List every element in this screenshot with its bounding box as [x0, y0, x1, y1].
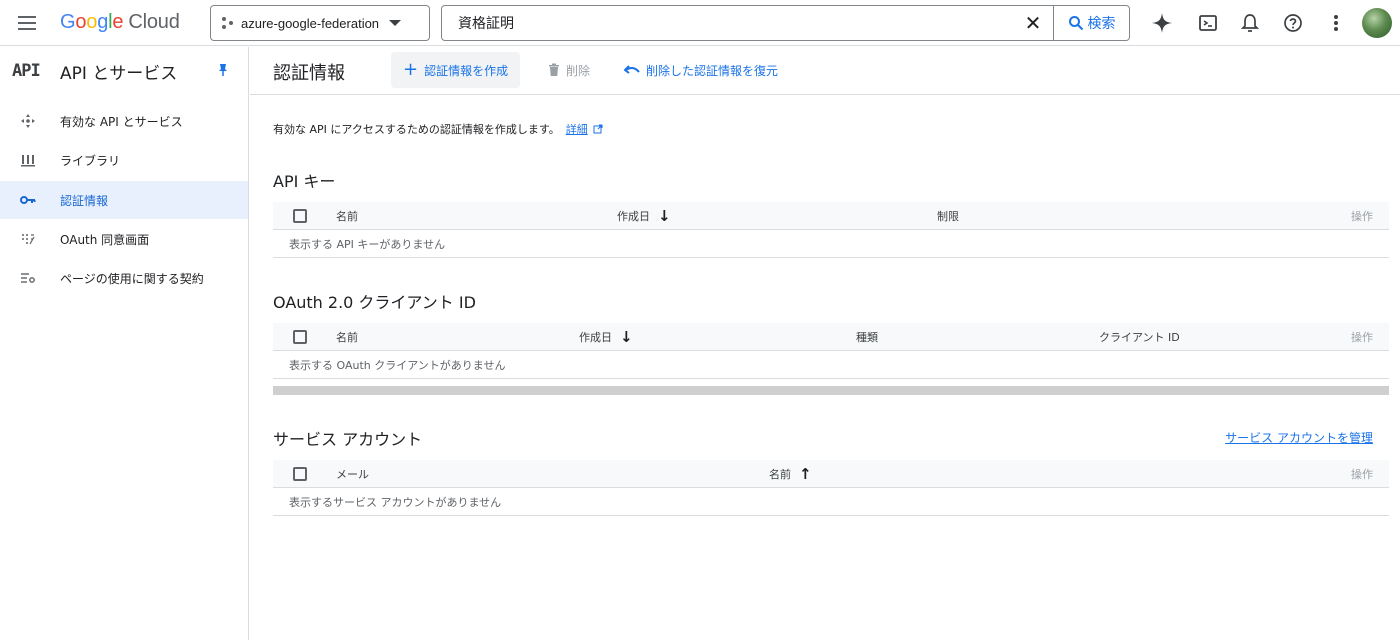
sidebar-item-label: OAuth 同意画面 — [60, 232, 150, 247]
intro-description: 有効な API にアクセスするための認証情報を作成します。 — [273, 123, 560, 136]
help-icon[interactable] — [1281, 11, 1305, 35]
service-accounts-title: サービス アカウント — [273, 430, 423, 449]
account-avatar[interactable] — [1362, 8, 1392, 38]
settings-list-icon — [18, 268, 38, 288]
sidebar-header: API API とサービス — [0, 47, 248, 95]
column-created-label: 作成日 — [617, 210, 650, 223]
logo-cloud-text: Cloud — [128, 11, 180, 33]
empty-row: 表示する OAuth クライアントがありません — [273, 351, 1389, 379]
oauth-clients-table: 名前 作成日 ↓ 種類 クライアント ID 操作 表示する OAuth クライアン… — [273, 323, 1389, 379]
enabled-apis-icon — [18, 111, 38, 131]
column-client-id[interactable]: クライアント ID — [1099, 323, 1180, 351]
main-content: 認証情報 + 認証情報を作成 削除 削除した認証情報を復元 有効な API にア… — [250, 47, 1400, 640]
google-cloud-logo[interactable]: Google Cloud — [60, 11, 180, 34]
search-icon — [1068, 16, 1083, 31]
project-selector[interactable]: azure-google-federation — [210, 5, 430, 41]
gemini-sparkle-icon[interactable] — [1150, 11, 1174, 35]
key-icon — [18, 190, 38, 210]
column-created[interactable]: 作成日 ↓ — [579, 323, 633, 351]
library-icon — [18, 150, 38, 170]
top-bar: Google Cloud azure-google-federation 資格証明… — [0, 0, 1400, 46]
table-header: 名前 作成日 ↓ 制限 操作 — [273, 202, 1389, 230]
column-actions: 操作 — [1351, 210, 1373, 223]
chevron-down-icon — [389, 20, 402, 26]
sidebar-item-oauth-consent[interactable]: OAuth 同意画面 — [0, 220, 248, 258]
intro-text: 有効な API にアクセスするための認証情報を作成します。 詳細 — [273, 121, 603, 137]
search-button-label: 検索 — [1087, 16, 1116, 32]
column-created[interactable]: 作成日 ↓ — [617, 202, 671, 230]
clear-search-icon[interactable]: ✕ — [1013, 6, 1053, 40]
search-bar: 資格証明 ✕ 検索 — [441, 5, 1130, 41]
page-toolbar: 認証情報 + 認証情報を作成 削除 削除した認証情報を復元 — [250, 47, 1400, 95]
pin-icon[interactable] — [218, 63, 228, 77]
trash-icon — [549, 63, 559, 76]
select-all-checkbox[interactable] — [293, 467, 307, 481]
column-actions: 操作 — [1351, 331, 1373, 344]
column-email[interactable]: メール — [336, 460, 369, 488]
horizontal-scrollbar[interactable] — [273, 386, 1389, 395]
empty-row: 表示するサービス アカウントがありません — [273, 488, 1389, 516]
column-name[interactable]: 名前 ↑ — [769, 460, 812, 488]
project-icon — [221, 16, 235, 30]
sidebar: API API とサービス 有効な API とサービス ライブラリ 認証情報 O… — [0, 47, 249, 640]
external-link-icon — [593, 124, 603, 134]
create-credentials-label: 認証情報を作成 — [424, 63, 509, 78]
select-all-checkbox[interactable] — [293, 209, 307, 223]
table-header: 名前 作成日 ↓ 種類 クライアント ID 操作 — [273, 323, 1389, 351]
column-type[interactable]: 種類 — [856, 323, 878, 351]
column-name[interactable]: 名前 — [336, 202, 358, 230]
select-all-checkbox[interactable] — [293, 330, 307, 344]
more-vert-icon[interactable] — [1324, 11, 1348, 35]
column-restrictions[interactable]: 制限 — [937, 202, 959, 230]
undo-icon — [624, 65, 640, 74]
sidebar-item-library[interactable]: ライブラリ — [0, 141, 248, 179]
search-input[interactable]: 資格証明 — [442, 13, 1013, 33]
empty-row: 表示する API キーがありません — [273, 230, 1389, 258]
sidebar-item-label: ページの使用に関する契約 — [60, 271, 204, 286]
sort-ascending-icon: ↑ — [799, 465, 812, 483]
search-button[interactable]: 検索 — [1053, 6, 1129, 40]
oauth-clients-title: OAuth 2.0 クライアント ID — [273, 293, 476, 312]
consent-icon — [18, 229, 38, 249]
learn-more-label: 詳細 — [565, 123, 588, 136]
project-name: azure-google-federation — [241, 15, 380, 31]
add-icon: + — [403, 59, 419, 80]
delete-label: 削除 — [566, 63, 591, 78]
sidebar-title: API とサービス — [60, 64, 178, 84]
sort-descending-icon: ↓ — [620, 328, 633, 346]
sort-descending-icon: ↓ — [658, 207, 671, 225]
api-logo-icon: API — [12, 61, 41, 81]
table-header: メール 名前 ↑ 操作 — [273, 460, 1389, 488]
column-name[interactable]: 名前 — [336, 323, 358, 351]
cloud-shell-icon[interactable] — [1196, 11, 1220, 35]
api-keys-table: 名前 作成日 ↓ 制限 操作 表示する API キーがありません — [273, 202, 1389, 258]
sidebar-item-label: 認証情報 — [60, 193, 109, 208]
main-menu-icon[interactable] — [18, 12, 40, 34]
restore-label: 削除した認証情報を復元 — [646, 63, 779, 78]
learn-more-link[interactable]: 詳細 — [566, 123, 588, 136]
column-actions: 操作 — [1351, 468, 1373, 481]
delete-button[interactable]: 削除 — [536, 52, 602, 88]
notifications-bell-icon[interactable] — [1238, 11, 1262, 35]
column-name-label: 名前 — [769, 468, 791, 481]
sidebar-item-page-usage-agreements[interactable]: ページの使用に関する契約 — [0, 259, 248, 297]
create-credentials-button[interactable]: + 認証情報を作成 — [391, 52, 521, 88]
sidebar-item-credentials[interactable]: 認証情報 — [0, 181, 248, 219]
page-title: 認証情報 — [273, 63, 345, 84]
column-created-label: 作成日 — [579, 331, 612, 344]
sidebar-item-enabled-apis[interactable]: 有効な API とサービス — [0, 102, 248, 140]
sidebar-item-label: ライブラリ — [60, 153, 121, 168]
manage-service-accounts-link[interactable]: サービス アカウントを管理 — [1225, 429, 1373, 446]
sidebar-item-label: 有効な API とサービス — [60, 114, 183, 129]
restore-deleted-button[interactable]: 削除した認証情報を復元 — [612, 52, 790, 88]
api-keys-title: API キー — [273, 172, 336, 191]
service-accounts-table: メール 名前 ↑ 操作 表示するサービス アカウントがありません — [273, 460, 1389, 516]
